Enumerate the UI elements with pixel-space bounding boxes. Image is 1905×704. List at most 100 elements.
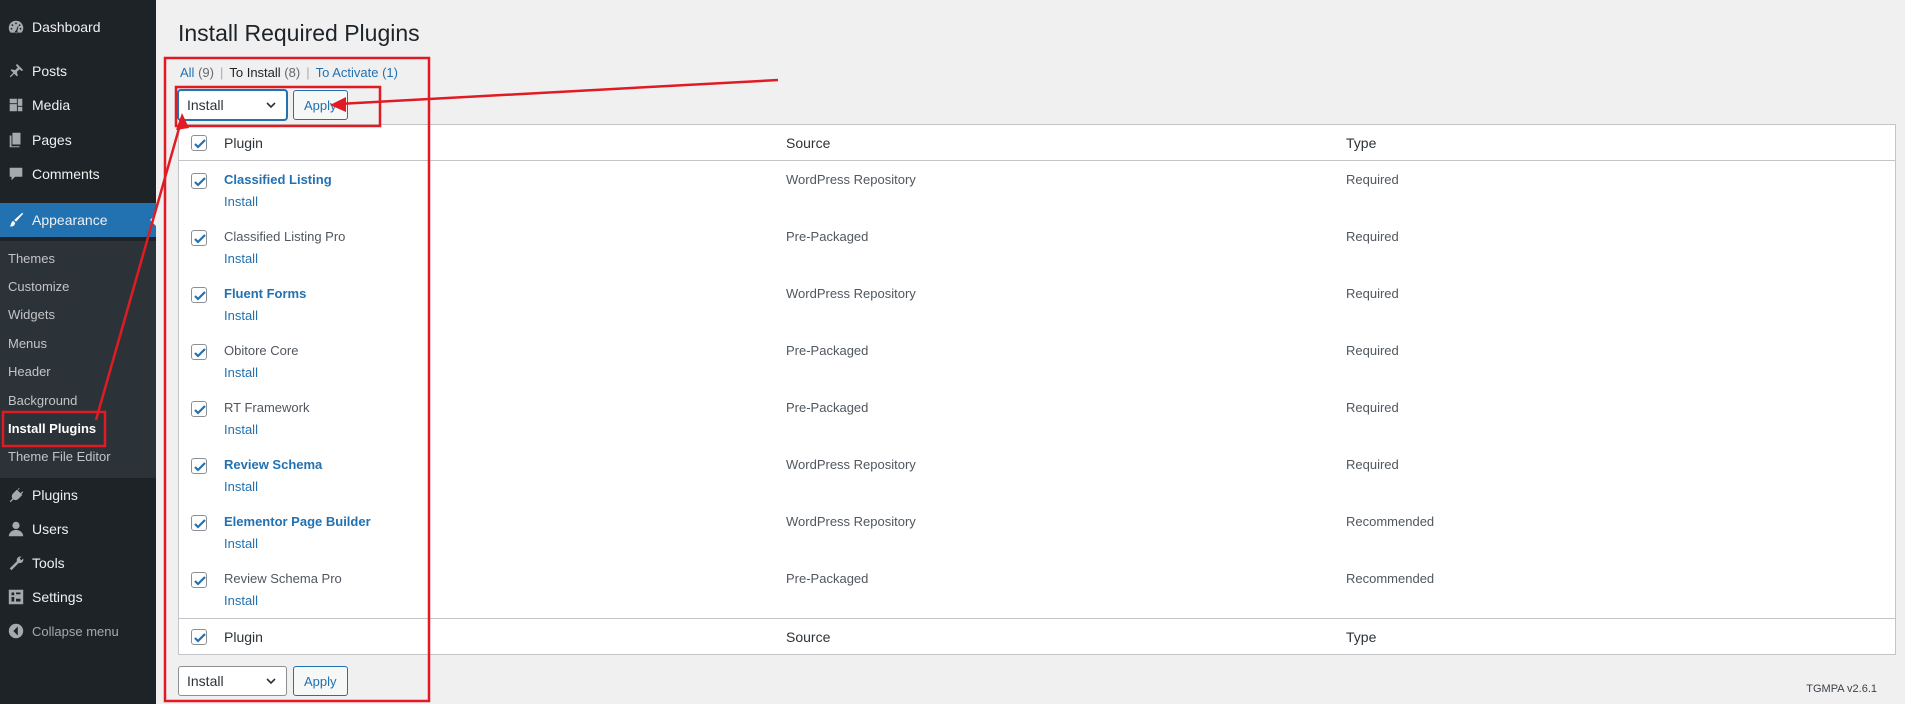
plugin-type: Required — [1346, 343, 1399, 358]
plugin-name: Classified Listing Pro — [224, 229, 346, 244]
bulk-action-select-bottom[interactable]: Install — [178, 666, 287, 696]
menu-appearance[interactable]: Appearance — [0, 203, 156, 237]
submenu-themes[interactable]: Themes — [8, 251, 55, 266]
menu-label: Tools — [32, 555, 65, 571]
install-link[interactable]: Install — [224, 365, 258, 380]
plugin-name[interactable]: Elementor Page Builder — [224, 514, 371, 529]
menu-plugins[interactable]: Plugins — [0, 478, 156, 512]
plugin-source: Pre-Packaged — [786, 400, 869, 415]
user-icon — [6, 519, 26, 539]
menu-comments[interactable]: Comments — [0, 157, 156, 191]
column-type-footer[interactable]: Type — [1346, 629, 1376, 645]
menu-label: Users — [32, 521, 69, 537]
menu-users[interactable]: Users — [0, 512, 156, 546]
chevron-down-icon — [266, 678, 276, 685]
submenu-theme-file-editor[interactable]: Theme File Editor — [8, 449, 111, 464]
plugin-type: Required — [1346, 229, 1399, 244]
collapse-menu-button[interactable]: Collapse menu — [0, 614, 156, 648]
install-link[interactable]: Install — [224, 479, 258, 494]
apply-button-top[interactable]: Apply — [293, 90, 348, 120]
table-row: Elementor Page Builder Install WordPress R… — [179, 503, 1895, 560]
filter-to-install[interactable]: To Install (8) — [229, 65, 300, 80]
checkmark-icon — [194, 633, 206, 643]
chevron-down-icon — [266, 102, 276, 109]
row-checkbox[interactable] — [191, 230, 207, 246]
menu-media[interactable]: Media — [0, 88, 156, 122]
main-content: Install Required Plugins All (9) | To Inst… — [156, 0, 1905, 704]
row-checkbox[interactable] — [191, 287, 207, 303]
table-row: Classified Listing Pro Install Pre-Package… — [179, 218, 1895, 275]
plugin-name[interactable]: Classified Listing — [224, 172, 332, 187]
menu-posts[interactable]: Posts — [0, 54, 156, 88]
plugin-source: WordPress Repository — [786, 514, 916, 529]
menu-label: Pages — [32, 132, 72, 148]
row-checkbox[interactable] — [191, 401, 207, 417]
filter-all[interactable]: All (9) — [180, 65, 214, 80]
install-link[interactable]: Install — [224, 536, 258, 551]
apply-button-bottom[interactable]: Apply — [293, 666, 348, 696]
column-source[interactable]: Source — [786, 135, 830, 151]
select-all-checkbox-footer[interactable] — [191, 629, 207, 645]
plugin-source: Pre-Packaged — [786, 229, 869, 244]
install-link[interactable]: Install — [224, 593, 258, 608]
row-checkbox[interactable] — [191, 572, 207, 588]
table-row: Classified Listing Install WordPress Repos… — [179, 161, 1895, 218]
appearance-submenu: Themes Customize Widgets Menus Header Ba… — [0, 241, 156, 478]
row-checkbox[interactable] — [191, 515, 207, 531]
column-plugin-footer[interactable]: Plugin — [224, 629, 263, 645]
submenu-background[interactable]: Background — [8, 393, 77, 408]
menu-tools[interactable]: Tools — [0, 546, 156, 580]
bulk-actions-top: Install Apply — [178, 90, 348, 120]
filter-to-activate[interactable]: To Activate (1) — [316, 65, 398, 80]
collapse-icon — [6, 621, 26, 641]
plugin-source: WordPress Repository — [786, 172, 916, 187]
settings-icon — [6, 587, 26, 607]
plugins-table: Plugin Source Type Classified Listing Ins… — [178, 124, 1896, 655]
submenu-install-plugins[interactable]: Install Plugins — [8, 421, 96, 436]
checkmark-icon — [194, 348, 206, 358]
table-row: Review Schema Install WordPress Repository… — [179, 446, 1895, 503]
menu-settings[interactable]: Settings — [0, 580, 156, 614]
menu-label: Plugins — [32, 487, 78, 503]
plugin-type: Recommended — [1346, 571, 1435, 586]
wrench-icon — [6, 553, 26, 573]
submenu-header[interactable]: Header — [8, 364, 51, 379]
plugin-source: Pre-Packaged — [786, 343, 869, 358]
plugin-type: Recommended — [1346, 514, 1435, 529]
table-row: Obitore Core Install Pre-Packaged Required — [179, 332, 1895, 389]
menu-dashboard[interactable]: Dashboard — [0, 10, 156, 44]
checkmark-icon — [194, 405, 206, 415]
row-checkbox[interactable] — [191, 344, 207, 360]
table-header: Plugin Source Type — [179, 125, 1895, 161]
pin-icon — [6, 61, 26, 81]
checkmark-icon — [194, 139, 206, 149]
install-link[interactable]: Install — [224, 194, 258, 209]
install-link[interactable]: Install — [224, 422, 258, 437]
column-type[interactable]: Type — [1346, 135, 1376, 151]
row-checkbox[interactable] — [191, 458, 207, 474]
page-title: Install Required Plugins — [178, 20, 420, 46]
checkmark-icon — [194, 177, 206, 187]
install-link[interactable]: Install — [224, 308, 258, 323]
column-source-footer[interactable]: Source — [786, 629, 830, 645]
column-plugin[interactable]: Plugin — [224, 135, 263, 151]
menu-label: Media — [32, 97, 71, 113]
submenu-menus[interactable]: Menus — [8, 336, 47, 351]
install-link[interactable]: Install — [224, 251, 258, 266]
checkmark-icon — [194, 291, 206, 301]
plugin-name[interactable]: Review Schema — [224, 457, 322, 472]
checkmark-icon — [194, 234, 206, 244]
plugin-name[interactable]: Fluent Forms — [224, 286, 306, 301]
checkmark-icon — [194, 462, 206, 472]
plugin-source: WordPress Repository — [786, 457, 916, 472]
media-icon — [6, 95, 26, 115]
row-checkbox[interactable] — [191, 173, 207, 189]
submenu-widgets[interactable]: Widgets — [8, 307, 55, 322]
plug-icon — [6, 485, 26, 505]
submenu-customize[interactable]: Customize — [8, 279, 69, 294]
bulk-action-select-top[interactable]: Install — [178, 90, 287, 120]
brush-icon — [6, 210, 26, 230]
plugin-type: Required — [1346, 400, 1399, 415]
select-all-checkbox[interactable] — [191, 135, 207, 151]
menu-pages[interactable]: Pages — [0, 123, 156, 157]
